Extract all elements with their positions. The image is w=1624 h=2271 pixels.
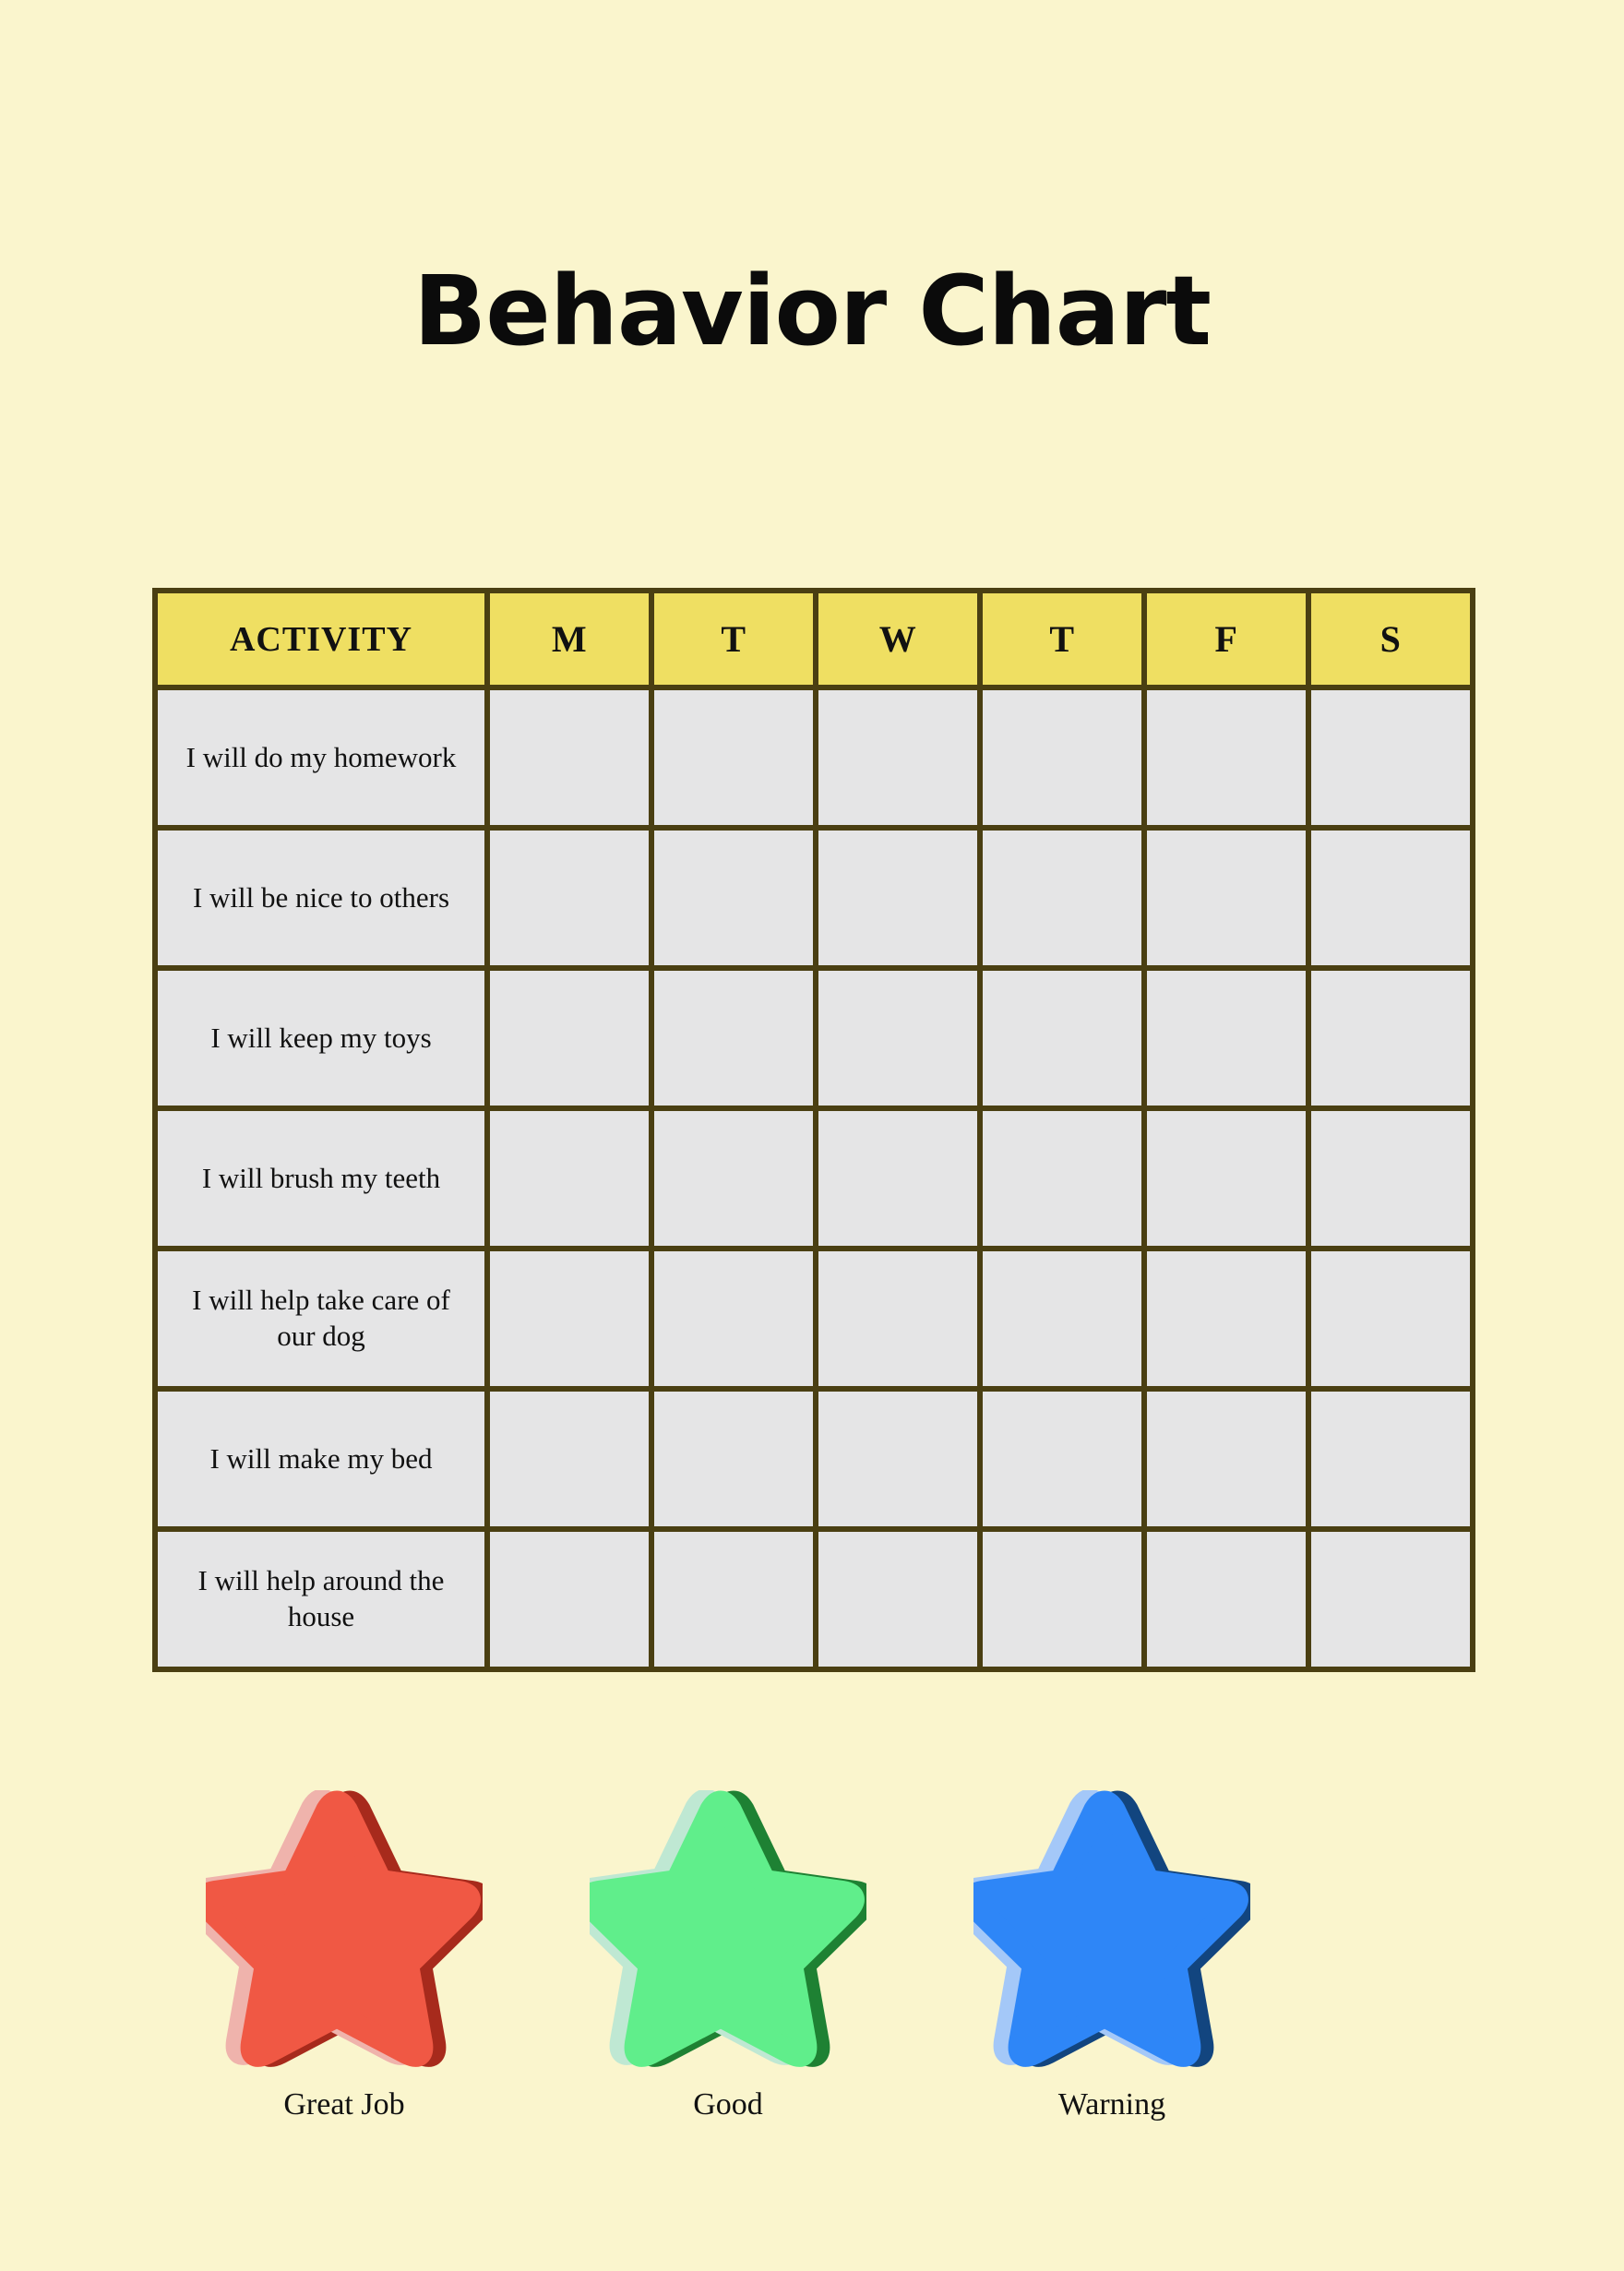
mark-cell[interactable] — [1306, 1386, 1475, 1532]
column-header-friday: F — [1141, 588, 1311, 690]
mark-cell[interactable] — [484, 685, 654, 831]
mark-cell[interactable] — [977, 1526, 1147, 1672]
column-header-thursday: T — [977, 588, 1147, 690]
mark-cell[interactable] — [977, 825, 1147, 971]
mark-cell[interactable] — [813, 1526, 983, 1672]
column-header-tuesday: T — [649, 588, 818, 690]
mark-cell[interactable] — [977, 1106, 1147, 1251]
table-row: I will keep my toys — [152, 965, 1475, 1111]
activity-label: I will do my homework — [152, 685, 490, 831]
mark-cell[interactable] — [813, 1106, 983, 1251]
mark-cell[interactable] — [1141, 1106, 1311, 1251]
star-icon — [206, 1790, 483, 2067]
mark-cell[interactable] — [649, 965, 818, 1111]
activity-label: I will help take care of our dog — [152, 1246, 490, 1392]
mark-cell[interactable] — [1306, 685, 1475, 831]
legend-item-good: Good — [536, 1790, 920, 2122]
mark-cell[interactable] — [484, 1246, 654, 1392]
legend-label: Warning — [1057, 2087, 1166, 2122]
star-icon — [973, 1790, 1250, 2067]
activity-label: I will help around the house — [152, 1526, 490, 1672]
mark-cell[interactable] — [649, 1106, 818, 1251]
mark-cell[interactable] — [813, 685, 983, 831]
table-body: I will do my homework I will be nice to … — [152, 685, 1475, 1672]
mark-cell[interactable] — [649, 685, 818, 831]
mark-cell[interactable] — [1141, 685, 1311, 831]
mark-cell[interactable] — [649, 1526, 818, 1672]
activity-label: I will be nice to others — [152, 825, 490, 971]
mark-cell[interactable] — [649, 825, 818, 971]
mark-cell[interactable] — [977, 1246, 1147, 1392]
mark-cell[interactable] — [977, 965, 1147, 1111]
table-header-row: ACTIVITY M T W T F S — [152, 588, 1475, 690]
activity-label: I will keep my toys — [152, 965, 490, 1111]
mark-cell[interactable] — [484, 1526, 654, 1672]
column-header-saturday: S — [1306, 588, 1475, 690]
mark-cell[interactable] — [484, 965, 654, 1111]
behavior-chart-table-wrapper: ACTIVITY M T W T F S I will do my homewo… — [152, 588, 1475, 1672]
mark-cell[interactable] — [813, 825, 983, 971]
column-header-wednesday: W — [813, 588, 983, 690]
activity-label: I will make my bed — [152, 1386, 490, 1532]
activity-label: I will brush my teeth — [152, 1106, 490, 1251]
table-row: I will be nice to others — [152, 825, 1475, 971]
column-header-monday: M — [484, 588, 654, 690]
table-row: I will do my homework — [152, 685, 1475, 831]
table-row: I will brush my teeth — [152, 1106, 1475, 1251]
mark-cell[interactable] — [649, 1246, 818, 1392]
legend-label: Good — [693, 2087, 763, 2122]
legend: Great Job Good Warning — [152, 1790, 1472, 2122]
mark-cell[interactable] — [1141, 1386, 1311, 1532]
table-header: ACTIVITY M T W T F S — [152, 588, 1475, 690]
mark-cell[interactable] — [1306, 1246, 1475, 1392]
mark-cell[interactable] — [1306, 1106, 1475, 1251]
legend-item-warning: Warning — [920, 1790, 1304, 2122]
mark-cell[interactable] — [1306, 1526, 1475, 1672]
mark-cell[interactable] — [1141, 965, 1311, 1111]
mark-cell[interactable] — [977, 685, 1147, 831]
mark-cell[interactable] — [977, 1386, 1147, 1532]
legend-item-great-job: Great Job — [152, 1790, 536, 2122]
mark-cell[interactable] — [484, 1386, 654, 1532]
legend-label: Great Job — [283, 2087, 405, 2122]
table-row: I will help take care of our dog — [152, 1246, 1475, 1392]
mark-cell[interactable] — [1141, 825, 1311, 971]
mark-cell[interactable] — [813, 1246, 983, 1392]
mark-cell[interactable] — [649, 1386, 818, 1532]
mark-cell[interactable] — [1306, 965, 1475, 1111]
mark-cell[interactable] — [1141, 1246, 1311, 1392]
mark-cell[interactable] — [484, 825, 654, 971]
mark-cell[interactable] — [1306, 825, 1475, 971]
star-icon — [590, 1790, 866, 2067]
mark-cell[interactable] — [1141, 1526, 1311, 1672]
mark-cell[interactable] — [813, 1386, 983, 1532]
table-row: I will make my bed — [152, 1386, 1475, 1532]
mark-cell[interactable] — [813, 965, 983, 1111]
column-header-activity: ACTIVITY — [152, 588, 490, 690]
table-row: I will help around the house — [152, 1526, 1475, 1672]
behavior-chart-table: ACTIVITY M T W T F S I will do my homewo… — [152, 588, 1475, 1672]
page-title: Behavior Chart — [413, 255, 1212, 367]
mark-cell[interactable] — [484, 1106, 654, 1251]
